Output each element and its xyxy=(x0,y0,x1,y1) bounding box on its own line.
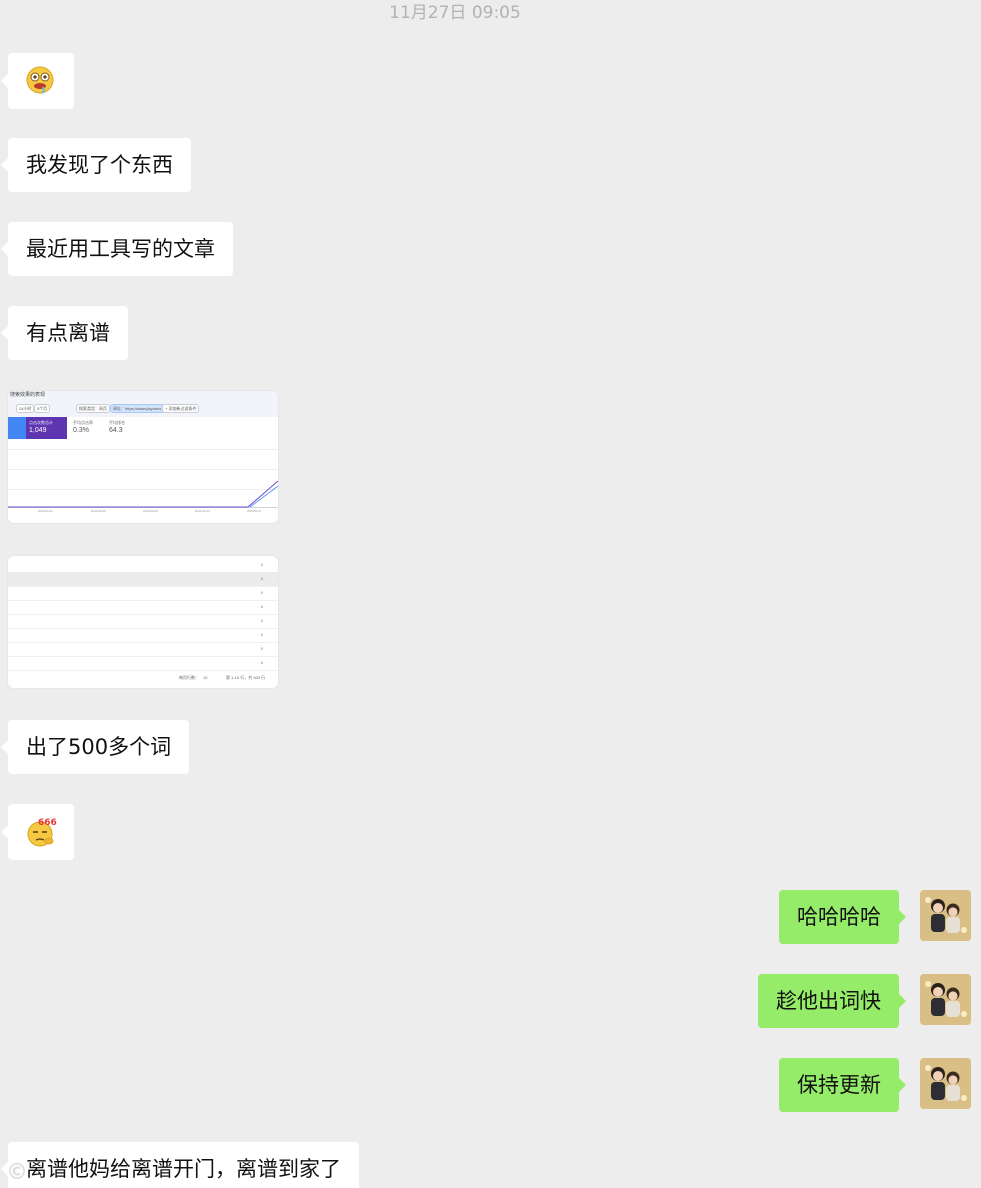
message-bubble-incoming[interactable]: 我发现了个东西 xyxy=(1,138,191,192)
message-timestamp: 11月27日 09:05 xyxy=(389,3,521,23)
row-value: 0 xyxy=(260,632,263,637)
row-value: 0 xyxy=(260,562,263,567)
axis-tick: 2023/11/17 xyxy=(247,509,262,513)
trend-line xyxy=(8,480,278,508)
table-row: 0 xyxy=(8,642,278,657)
message-bubble-incoming[interactable]: 有点离谱 xyxy=(1,306,128,360)
table-row: 0 xyxy=(8,558,278,573)
avatar[interactable] xyxy=(920,974,971,1025)
pagination-range: 第 1-10 行，共 503 行 xyxy=(226,675,266,680)
message-bubble-incoming[interactable]: 最近用工具写的文章 xyxy=(1,222,233,276)
table-row: 0 xyxy=(8,656,278,671)
axis-tick: 2023/11/09 xyxy=(143,509,158,513)
message-bubble-incoming[interactable]: 离谱他妈给离谱开门，离谱到家了 xyxy=(1,1142,359,1188)
table-row: 0 xyxy=(8,586,278,601)
table-row: 0 xyxy=(8,572,278,587)
row-value: 0 xyxy=(260,646,263,651)
message-bubble-outgoing[interactable]: 趁他出词快 xyxy=(758,974,906,1028)
row-value: 0 xyxy=(260,660,263,665)
emoji-message-666[interactable]: 666 xyxy=(1,804,74,860)
avatar[interactable] xyxy=(920,890,971,941)
axis-tick: 2023/11/13 xyxy=(195,509,210,513)
row-value: 0 xyxy=(260,604,263,609)
avatar[interactable] xyxy=(920,1058,971,1109)
axis-tick: 2023/11/01 xyxy=(38,509,53,513)
rows-per-page-value: 10 xyxy=(203,675,208,680)
table-row: 0 xyxy=(8,600,278,615)
avatar-image xyxy=(920,890,971,941)
message-bubble-outgoing[interactable]: 哈哈哈哈 xyxy=(779,890,906,944)
message-bubble-incoming[interactable]: 出了500多个词 xyxy=(0,720,190,774)
emoji-message-drooling[interactable] xyxy=(1,53,74,109)
table-row: 0 xyxy=(8,614,278,629)
row-value: 0 xyxy=(260,590,263,595)
table-row: 0 xyxy=(8,628,278,643)
row-value: 0 xyxy=(260,618,263,623)
axis-tick: 2023/11/05 xyxy=(91,509,106,513)
drooling-face-icon xyxy=(26,66,54,94)
row-value: 0 xyxy=(260,576,263,581)
watermark-logo: © xyxy=(6,1160,28,1185)
message-bubble-outgoing[interactable]: 保持更新 xyxy=(779,1058,906,1112)
image-message-search-console-table[interactable]: 0 0 0 0 0 0 0 0 每页行数： 10 第 1-10 行，共 503 … xyxy=(8,556,278,688)
rows-per-page-label: 每页行数： xyxy=(179,675,199,680)
image-message-search-console-chart[interactable]: 搜索效果的表现 24小时 3个月 搜索类型：网页 网址：https://www.… xyxy=(8,391,278,523)
svg-text:666: 666 xyxy=(38,818,57,828)
chat-window: 11月27日 09:05 我发现了个东西 最近用工具写的文章 有点离谱 搜索效果… xyxy=(0,0,981,1188)
666-face-icon: 666 xyxy=(27,818,57,847)
avatar-image xyxy=(920,1058,971,1109)
avatar-image xyxy=(920,974,971,1025)
